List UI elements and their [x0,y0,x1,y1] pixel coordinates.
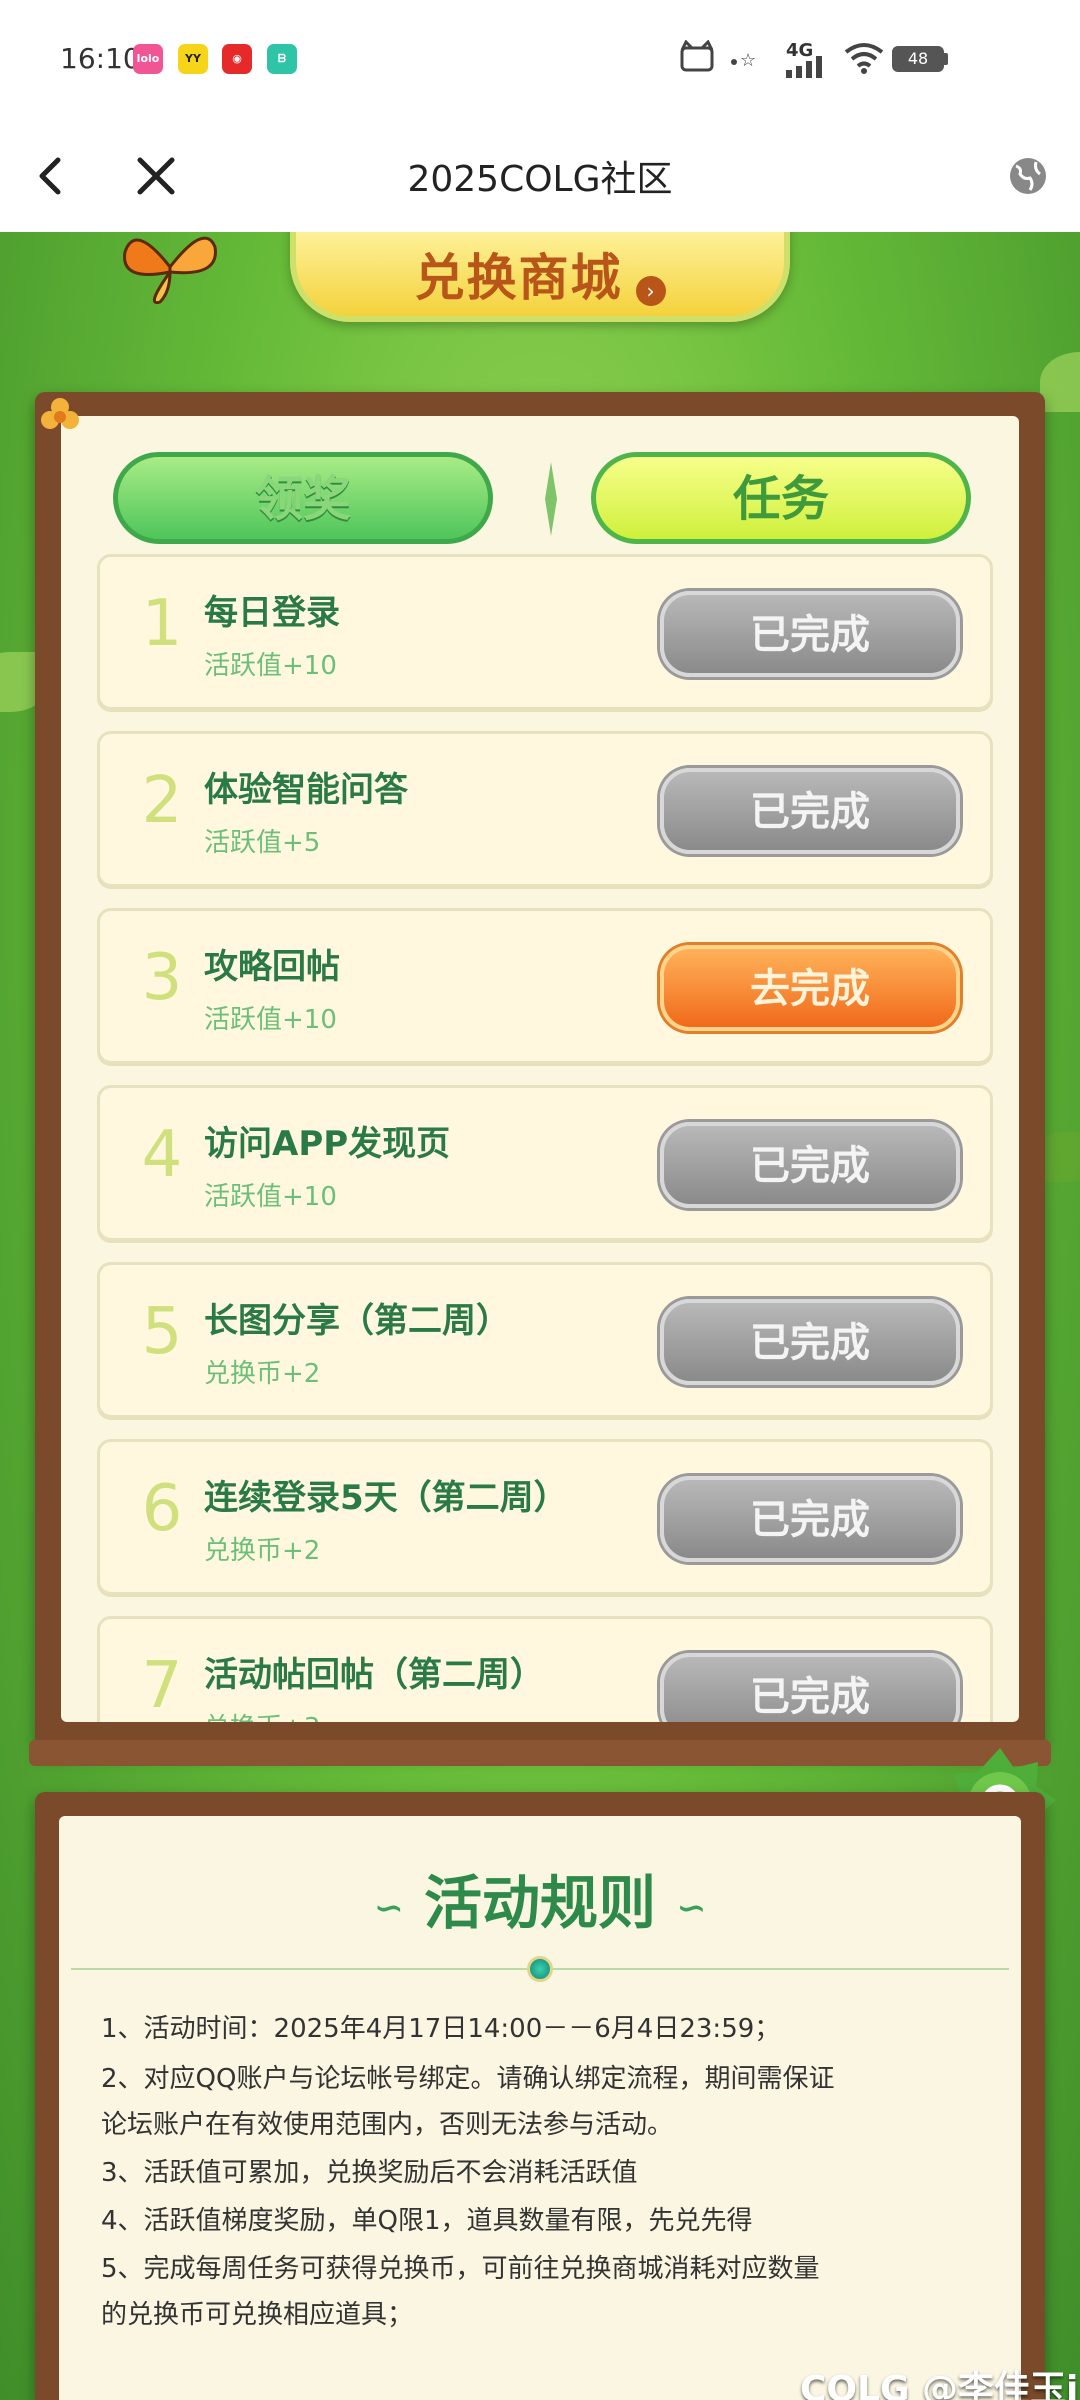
task-reward: 兑换币+2 [204,1359,321,1389]
task-reward: 活跃值+5 [204,828,321,858]
bilibili-app-icon: ᗷ [267,44,297,74]
nfc-icon: ☆ [731,50,756,71]
task-completed-button[interactable]: 已完成 [660,1122,960,1208]
svg-text:☆: ☆ [740,50,756,71]
task-reward: 兑换币+3 [204,1707,320,1722]
task-row: 2 体验智能问答 活跃值+5 已完成 [97,731,993,887]
exchange-mall-label: 兑换商城 [414,248,623,307]
watermark: COLG @李佳玉i [800,2369,1079,2400]
task-title: 体验智能问答 [204,770,408,810]
exchange-mall-button[interactable]: 兑换商城 › [290,232,790,322]
leaf-decoration [1040,352,1080,412]
rule-line: 2、对应QQ账户与论坛帐号绑定。请确认绑定流程，期间需保证 [101,2064,835,2094]
task-row: 7 活动帖回帖（第二周） 兑换币+3 已完成 [97,1616,993,1722]
rule-line: 的兑换币可兑换相应道具； [101,2300,414,2330]
task-reward: 活跃值+10 [204,651,337,681]
task-title: 长图分享（第二周） [204,1301,510,1341]
task-completed-button[interactable]: 已完成 [660,1299,960,1385]
task-number: 5 [141,1295,183,1369]
pink-app-icon: lolo [133,44,163,74]
status-bar: 16:10 lolo YY ◉ ᗷ ☆ 4G 48 [0,0,1080,120]
status-time: 16:10 [60,42,141,75]
rule-line: 论坛账户在有效使用范围内，否则无法参与活动。 [101,2110,674,2140]
task-board-inner: 领奖 任务 1 每日登录 活跃值+10 已完成 2 体验智能问答 活跃值+5 已… [61,416,1019,1722]
task-row: 6 连续登录5天（第二周） 兑换币+2 已完成 [97,1439,993,1595]
task-board: 领奖 任务 1 每日登录 活跃值+10 已完成 2 体验智能问答 活跃值+5 已… [29,392,1051,1766]
rules-title: ∽ 活动规则 ∽ [59,1856,1021,1940]
task-row: 4 访问APP发现页 活跃值+10 已完成 [97,1085,993,1241]
nav-bar: 2025COLG社区 [0,120,1080,232]
rule-line: 1、活动时间：2025年4月17日14:00－－6月4日23:59； [101,2014,781,2044]
task-completed-button[interactable]: 已完成 [660,768,960,854]
task-row: 5 长图分享（第二周） 兑换币+2 已完成 [97,1262,993,1418]
task-row: 1 每日登录 活跃值+10 已完成 [97,554,993,710]
task-number: 6 [141,1472,183,1546]
rules-title-text: 活动规则 [423,1869,656,1937]
tab-divider-icon [545,462,557,536]
yy-app-icon: YY [178,44,208,74]
netease-music-icon: ◉ [222,44,252,74]
flower-icon [41,398,79,429]
signal-icon [786,56,822,78]
task-number: 4 [141,1118,183,1192]
task-go-complete-button[interactable]: 去完成 [660,945,960,1031]
rule-line: 3、活跃值可累加，兑换奖励后不会消耗活跃值 [101,2158,638,2188]
wifi-icon [844,43,884,74]
task-reward: 活跃值+10 [204,1182,337,1212]
globe-icon[interactable] [1000,148,1056,204]
task-title: 活动帖回帖（第二周） [204,1655,544,1695]
task-title: 访问APP发现页 [204,1124,451,1164]
tab-reward[interactable]: 领奖 [113,452,493,544]
task-number: 2 [141,764,183,838]
task-number: 1 [141,587,183,661]
board-bottom-edge [29,1740,1051,1766]
task-number: 7 [141,1649,183,1722]
cat-notification-icon [680,40,714,72]
event-page: 兑换商城 › 领奖 任务 1 每日登录 活跃值+10 已完成 2 体验智能问答 … [0,232,1080,2400]
tab-task[interactable]: 任务 [591,452,971,544]
title-decoration: ∽ [373,1887,404,1929]
title-decoration: ∽ [676,1887,707,1929]
task-row: 3 攻略回帖 活跃值+10 去完成 [97,908,993,1064]
page-title: 2025COLG社区 [407,159,673,200]
rule-line: 5、完成每周任务可获得兑换币，可前往兑换商城消耗对应数量 [101,2254,820,2284]
task-title: 连续登录5天（第二周） [204,1478,568,1518]
task-number: 3 [141,941,183,1015]
rule-line: 4、活跃值梯度奖励，单Q限1，道具数量有限，先兑先得 [101,2206,753,2236]
task-reward: 活跃值+10 [204,1005,337,1035]
butterfly-icon [123,236,217,305]
task-completed-button[interactable]: 已完成 [660,591,960,677]
task-title: 每日登录 [204,593,340,633]
battery-tip [944,53,948,65]
chevron-right-icon: › [635,275,666,306]
task-completed-button[interactable]: 已完成 [660,1476,960,1562]
gem-icon [527,1956,553,1982]
task-title: 攻略回帖 [204,947,340,987]
battery-level: 48 [907,49,929,68]
battery-icon: 48 [892,46,944,72]
task-completed-button[interactable]: 已完成 [660,1653,960,1722]
rules-board: ∽ 活动规则 ∽ 1、活动时间：2025年4月17日14:00－－6月4日23:… [35,1792,1045,2400]
rules-board-inner: ∽ 活动规则 ∽ 1、活动时间：2025年4月17日14:00－－6月4日23:… [59,1816,1021,2400]
task-reward: 兑换币+2 [204,1536,321,1566]
